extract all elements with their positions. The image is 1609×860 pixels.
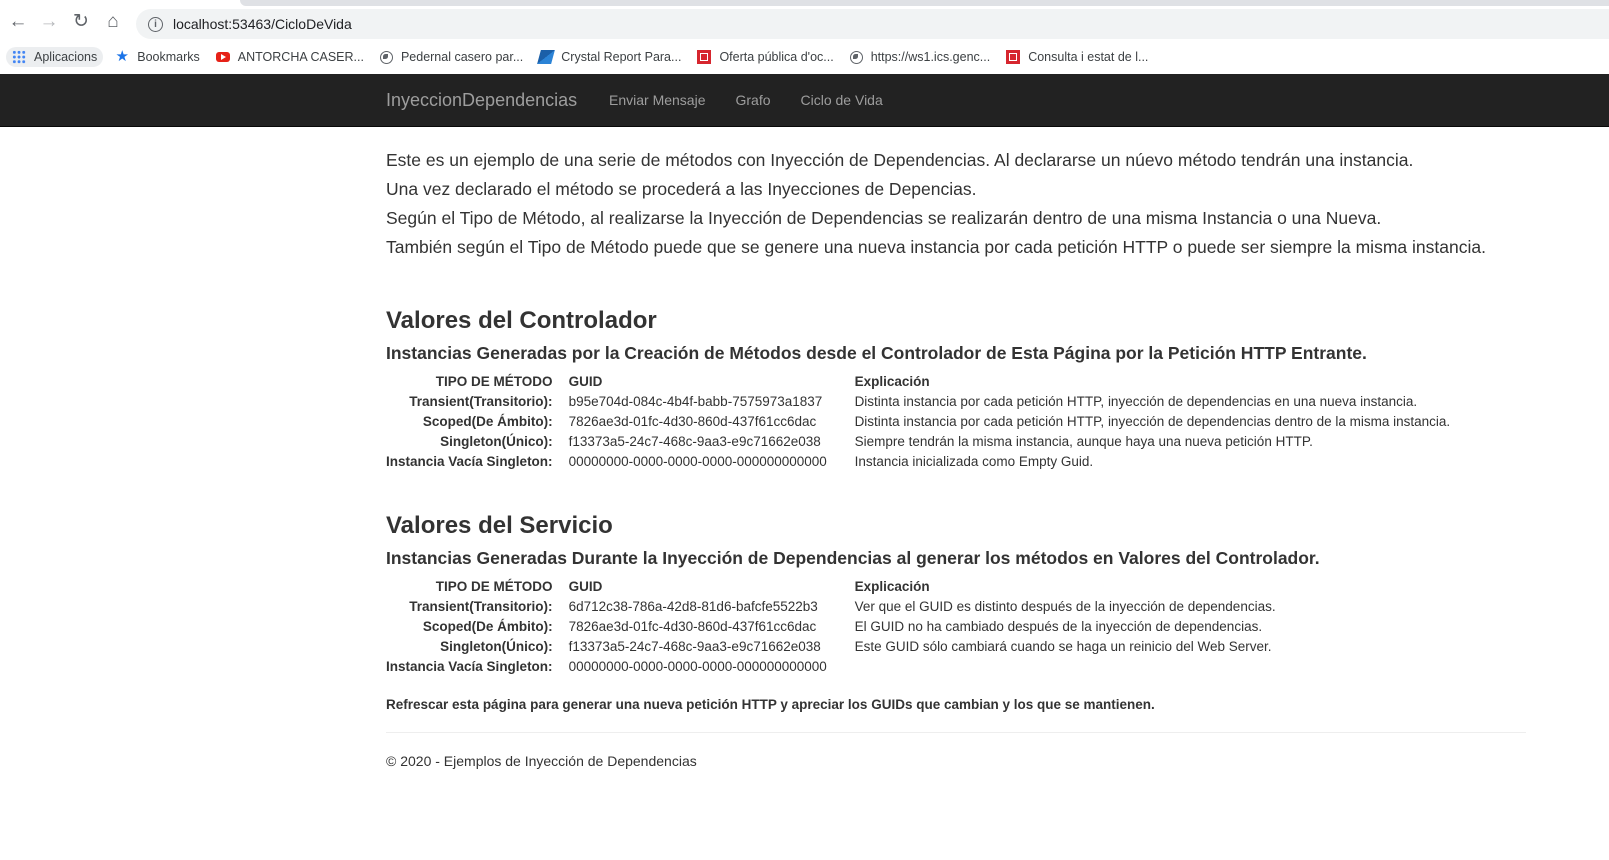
guid-cell: 7826ae3d-01fc-4d30-860d-437f61cc6dac — [568, 414, 817, 429]
url-text[interactable]: localhost:53463/CicloDeVida — [173, 16, 352, 32]
reload-icon[interactable]: ↻ — [71, 12, 91, 32]
table-header-row: TIPO DE MÉTODO GUID Explicación — [386, 577, 1276, 597]
method-type-cell: Singleton(Único): — [440, 434, 553, 449]
table-row: Scoped(De Ámbito): 7826ae3d-01fc-4d30-86… — [386, 412, 1450, 432]
controller-section-subtitle: Instancias Generadas por la Creación de … — [386, 343, 1367, 363]
generalitat-icon — [697, 50, 712, 64]
intro-paragraph: También según el Tipo de Método puede qu… — [386, 237, 1486, 257]
intro-paragraph: Este es un ejemplo de una serie de métod… — [386, 150, 1414, 170]
explanation-cell: Ver que el GUID es distinto después de l… — [854, 599, 1276, 614]
table-row: Singleton(Único): f13373a5-24c7-468c-9aa… — [386, 432, 1450, 452]
table-row: Instancia Vacía Singleton: 00000000-0000… — [386, 657, 1276, 677]
navbar-links: Enviar Mensaje Grafo Ciclo de Vida — [594, 74, 898, 126]
crystal-report-icon — [537, 50, 556, 64]
method-type-cell: Transient(Transitorio): — [409, 599, 553, 614]
column-header-tipo: TIPO DE MÉTODO — [435, 374, 553, 389]
bookmark-label: https://ws1.ics.genc... — [870, 50, 991, 64]
nav-link-enviar-mensaje[interactable]: Enviar Mensaje — [594, 74, 721, 126]
home-icon[interactable]: ⌂ — [103, 12, 123, 32]
bookmarks-bar: Aplicacions ★ Bookmarks ANTORCHA CASER..… — [0, 40, 1609, 74]
bookmark-aplicacions[interactable]: Aplicacions — [6, 47, 104, 67]
intro-text: Este es un ejemplo de una serie de métod… — [386, 146, 1526, 262]
bookmark-ws1[interactable]: https://ws1.ics.genc... — [849, 50, 991, 64]
bookmark-label: Pedernal casero par... — [400, 50, 524, 64]
column-header-explicacion: Explicación — [854, 374, 930, 389]
footer-divider — [386, 732, 1526, 733]
bookmark-pedernal[interactable]: Pedernal casero par... — [379, 50, 524, 64]
bookmark-label: Oferta pública d'oc... — [719, 50, 834, 64]
controller-section-title: Valores del Controlador — [386, 307, 657, 334]
guid-cell: 00000000-0000-0000-0000-000000000000 — [568, 454, 827, 469]
navbar-brand[interactable]: InyeccionDependencias — [386, 74, 577, 126]
bookmark-label: Consulta i estat de l... — [1028, 50, 1149, 64]
method-type-cell: Scoped(De Ámbito): — [422, 619, 553, 634]
service-section-subtitle: Instancias Generadas Durante la Inyecció… — [386, 548, 1320, 568]
footer-copyright: © 2020 - Ejemplos de Inyección de Depend… — [386, 753, 697, 769]
table-row: Instancia Vacía Singleton: 00000000-0000… — [386, 452, 1450, 472]
browser-toolbar: ← → ↻ ⌂ i localhost:53463/CicloDeVida — [0, 0, 1609, 40]
bookmark-bookmarks[interactable]: ★ Bookmarks — [115, 48, 200, 65]
guid-cell: f13373a5-24c7-468c-9aa3-e9c71662e038 — [568, 639, 821, 654]
bookmark-consulta[interactable]: Consulta i estat de l... — [1006, 50, 1148, 64]
bookmark-label: Crystal Report Para... — [561, 50, 682, 64]
table-row: Singleton(Único): f13373a5-24c7-468c-9aa… — [386, 637, 1276, 657]
bookmark-label: Aplicacions — [34, 50, 98, 64]
method-type-cell: Instancia Vacía Singleton: — [386, 454, 553, 469]
bookmark-label: ANTORCHA CASER... — [237, 50, 364, 64]
address-bar[interactable]: i localhost:53463/CicloDeVida — [136, 9, 1609, 39]
method-type-cell: Transient(Transitorio): — [409, 394, 553, 409]
column-header-guid: GUID — [568, 374, 603, 389]
guid-cell: b95e704d-084c-4b4f-babb-7575973a1837 — [568, 394, 823, 409]
guid-cell: 00000000-0000-0000-0000-000000000000 — [568, 659, 827, 674]
generalitat-icon — [1006, 50, 1021, 64]
column-header-explicacion: Explicación — [854, 579, 930, 594]
youtube-icon — [215, 52, 230, 62]
nav-link-ciclo-de-vida[interactable]: Ciclo de Vida — [786, 74, 898, 126]
guid-cell: 6d712c38-786a-42d8-81d6-bafcfe5522b3 — [568, 599, 818, 614]
controller-values-table: TIPO DE MÉTODO GUID Explicación Transien… — [386, 372, 1450, 472]
table-row: Transient(Transitorio): b95e704d-084c-4b… — [386, 392, 1450, 412]
star-icon: ★ — [115, 48, 129, 65]
service-section-title: Valores del Servicio — [386, 512, 613, 539]
explanation-cell: Distinta instancia por cada petición HTT… — [854, 414, 1451, 429]
bookmark-oferta[interactable]: Oferta pública d'oc... — [697, 50, 834, 64]
method-type-cell: Scoped(De Ámbito): — [422, 414, 553, 429]
method-type-cell: Singleton(Único): — [440, 639, 553, 654]
column-header-tipo: TIPO DE MÉTODO — [435, 579, 553, 594]
forward-arrow-icon[interactable]: → — [39, 12, 59, 32]
bookmark-crystal-report[interactable]: Crystal Report Para... — [537, 50, 682, 64]
method-type-cell: Instancia Vacía Singleton: — [386, 659, 553, 674]
globe-icon — [379, 50, 393, 64]
bookmark-label: Bookmarks — [137, 50, 200, 64]
tab-strip — [240, 0, 1609, 6]
app-navbar: InyeccionDependencias Enviar Mensaje Gra… — [0, 74, 1609, 127]
explanation-cell: Distinta instancia por cada petición HTT… — [854, 394, 1418, 409]
explanation-cell: El GUID no ha cambiado después de la iny… — [854, 619, 1263, 634]
explanation-cell — [855, 657, 1276, 677]
table-row: Scoped(De Ámbito): 7826ae3d-01fc-4d30-86… — [386, 617, 1276, 637]
site-info-icon[interactable]: i — [148, 16, 163, 32]
explanation-cell: Instancia inicializada como Empty Guid. — [854, 454, 1094, 469]
refresh-note: Refrescar esta página para generar una n… — [386, 697, 1155, 712]
column-header-guid: GUID — [568, 579, 603, 594]
nav-link-grafo[interactable]: Grafo — [721, 74, 786, 126]
table-row: Transient(Transitorio): 6d712c38-786a-42… — [386, 597, 1276, 617]
main-content: Este es un ejemplo de una serie de métod… — [386, 146, 1526, 769]
intro-paragraph: Una vez declarado el método se procederá… — [386, 179, 977, 199]
apps-grid-icon — [12, 50, 26, 64]
globe-icon — [849, 50, 863, 64]
table-header-row: TIPO DE MÉTODO GUID Explicación — [386, 372, 1450, 392]
bookmark-antorcha[interactable]: ANTORCHA CASER... — [215, 50, 364, 64]
explanation-cell: Siempre tendrán la misma instancia, aunq… — [854, 434, 1313, 449]
guid-cell: 7826ae3d-01fc-4d30-860d-437f61cc6dac — [568, 619, 817, 634]
guid-cell: f13373a5-24c7-468c-9aa3-e9c71662e038 — [568, 434, 821, 449]
service-values-table: TIPO DE MÉTODO GUID Explicación Transien… — [386, 577, 1276, 677]
explanation-cell: Este GUID sólo cambiará cuando se haga u… — [854, 639, 1272, 654]
back-arrow-icon[interactable]: ← — [8, 12, 28, 32]
intro-paragraph: Según el Tipo de Método, al realizarse l… — [386, 208, 1382, 228]
